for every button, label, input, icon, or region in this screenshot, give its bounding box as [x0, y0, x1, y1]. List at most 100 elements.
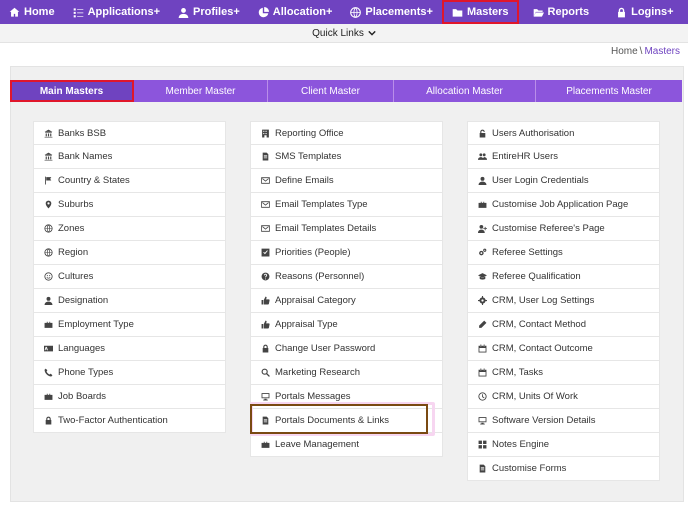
master-link-leave-management[interactable]: Leave Management — [250, 433, 443, 457]
master-link-phone-types[interactable]: Phone Types — [33, 361, 226, 385]
master-link-two-factor-authentication[interactable]: Two-Factor Authentication — [33, 409, 226, 433]
master-link-portals-messages[interactable]: Portals Messages — [250, 385, 443, 409]
master-link-employment-type[interactable]: Employment Type — [33, 313, 226, 337]
master-link-label: Reporting Office — [275, 127, 344, 139]
nav-home-label: Home — [24, 6, 55, 18]
master-link-languages[interactable]: Languages — [33, 337, 226, 361]
master-link-label: Customise Referee's Page — [492, 223, 605, 234]
pie-icon — [258, 6, 269, 18]
master-link-banks-bsb[interactable]: Banks BSB — [33, 121, 226, 145]
master-link-crm-units-of-work[interactable]: CRM, Units Of Work — [467, 385, 660, 409]
user-icon — [178, 7, 189, 18]
master-link-change-user-password[interactable]: Change User Password — [250, 337, 443, 361]
master-link-label: Cultures — [58, 271, 94, 282]
master-link-label: Languages — [58, 343, 106, 354]
nav-logins[interactable]: Logins+ — [598, 0, 682, 24]
master-link-label: CRM, Tasks — [492, 367, 544, 378]
gear-icon — [478, 296, 487, 305]
master-link-designation[interactable]: Designation — [33, 289, 226, 313]
briefcase-icon — [478, 200, 487, 209]
master-link-country-states[interactable]: Country & States — [33, 169, 226, 193]
master-link-label: EntireHR Users — [492, 151, 558, 162]
master-link-notes-engine[interactable]: Notes Engine — [467, 433, 660, 457]
master-link-label: Job Boards — [58, 391, 107, 402]
master-link-sms-templates[interactable]: SMS Templates — [250, 145, 443, 169]
master-link-label: Country & States — [58, 175, 130, 186]
tab-allocation-master[interactable]: Allocation Master — [394, 80, 536, 102]
master-link-crm-user-log-settings[interactable]: CRM, User Log Settings — [467, 289, 660, 313]
master-link-bank-names[interactable]: Bank Names — [33, 145, 226, 169]
master-link-crm-contact-method[interactable]: CRM, Contact Method — [467, 313, 660, 337]
master-link-cultures[interactable]: Cultures — [33, 265, 226, 289]
unlock-icon — [478, 129, 487, 138]
bank-icon — [44, 152, 53, 161]
quick-links-bar[interactable]: Quick Links — [0, 24, 688, 43]
master-link-job-boards[interactable]: Job Boards — [33, 385, 226, 409]
master-link-label: Reasons (Personnel) — [275, 271, 365, 282]
tab-main-masters[interactable]: Main Masters — [10, 80, 134, 102]
nav-applications[interactable]: Applications+ — [64, 0, 169, 24]
tab-client-master[interactable]: Client Master — [268, 80, 394, 102]
nav-allocation[interactable]: Allocation+ — [249, 0, 342, 24]
master-link-email-templates-type[interactable]: Email Templates Type — [250, 193, 443, 217]
master-link-marketing-research[interactable]: Marketing Research — [250, 361, 443, 385]
master-link-reporting-office[interactable]: Reporting Office — [250, 121, 443, 145]
file-icon — [261, 416, 270, 425]
master-link-reasons-personnel[interactable]: Reasons (Personnel) — [250, 265, 443, 289]
tab-placements-master[interactable]: Placements Master — [536, 80, 682, 102]
thumbs-up-icon — [261, 320, 270, 329]
master-link-label: Portals Documents & Links — [275, 415, 390, 426]
master-link-portals-documents-links[interactable]: Portals Documents & Links — [250, 409, 443, 433]
file-icon — [478, 464, 487, 473]
master-link-crm-contact-outcome[interactable]: CRM, Contact Outcome — [467, 337, 660, 361]
master-link-region[interactable]: Region — [33, 241, 226, 265]
master-link-email-templates-details[interactable]: Email Templates Details — [250, 217, 443, 241]
pencil-icon — [478, 320, 487, 329]
masters-column-left: Banks BSB Bank Names Country & States Subur… — [33, 121, 226, 433]
nav-masters-label: Masters — [466, 6, 509, 18]
master-link-entirehr-users[interactable]: EntireHR Users — [467, 145, 660, 169]
master-link-customise-forms[interactable]: Customise Forms — [467, 457, 660, 481]
nav-applications-label: Applications+ — [87, 6, 160, 18]
map-marker-icon — [44, 200, 53, 209]
master-link-label: User Login Credentials — [492, 175, 589, 186]
calendar-icon — [478, 368, 487, 377]
nav-home[interactable]: Home — [0, 0, 64, 24]
nav-reports-label: Reports — [547, 6, 590, 18]
master-link-crm-tasks[interactable]: CRM, Tasks — [467, 361, 660, 385]
user-icon — [44, 296, 53, 305]
envelope-icon — [261, 200, 270, 209]
master-link-customise-referee-s-page[interactable]: Customise Referee's Page — [467, 217, 660, 241]
master-link-appraisal-type[interactable]: Appraisal Type — [250, 313, 443, 337]
quick-links-label: Quick Links — [312, 27, 364, 39]
master-link-priorities-people[interactable]: Priorities (People) — [250, 241, 443, 265]
master-link-appraisal-category[interactable]: Appraisal Category — [250, 289, 443, 313]
master-link-label: Software Version Details — [492, 415, 596, 426]
briefcase-icon — [261, 440, 270, 449]
envelope-icon — [261, 176, 270, 185]
master-link-define-emails[interactable]: Define Emails — [250, 169, 443, 193]
breadcrumb-home[interactable]: Home — [611, 46, 638, 57]
tab-member-master[interactable]: Member Master — [134, 80, 268, 102]
master-link-label: Appraisal Category — [275, 295, 356, 306]
master-link-software-version-details[interactable]: Software Version Details — [467, 409, 660, 433]
master-link-label: Customise Forms — [492, 463, 567, 474]
master-link-referee-settings[interactable]: Referee Settings — [467, 241, 660, 265]
master-link-label: Email Templates Type — [275, 199, 368, 210]
master-link-referee-qualification[interactable]: Referee Qualification — [467, 265, 660, 289]
masters-tabs: Main Masters Member Master Client Master… — [10, 80, 682, 102]
master-link-users-authorisation[interactable]: Users Authorisation — [467, 121, 660, 145]
nav-reports[interactable]: Reports — [519, 0, 599, 24]
monitor-icon — [478, 416, 487, 425]
nav-placements[interactable]: Placements+ — [341, 0, 442, 24]
flag-icon — [44, 176, 53, 185]
phone-icon — [44, 368, 53, 377]
master-link-customise-job-application-page[interactable]: Customise Job Application Page — [467, 193, 660, 217]
master-link-suburbs[interactable]: Suburbs — [33, 193, 226, 217]
nav-profiles[interactable]: Profiles+ — [169, 0, 249, 24]
master-link-zones[interactable]: Zones — [33, 217, 226, 241]
globe-icon — [350, 6, 362, 18]
master-link-user-login-credentials[interactable]: User Login Credentials — [467, 169, 660, 193]
master-link-label: Suburbs — [58, 199, 94, 210]
nav-masters[interactable]: Masters — [441, 0, 519, 24]
